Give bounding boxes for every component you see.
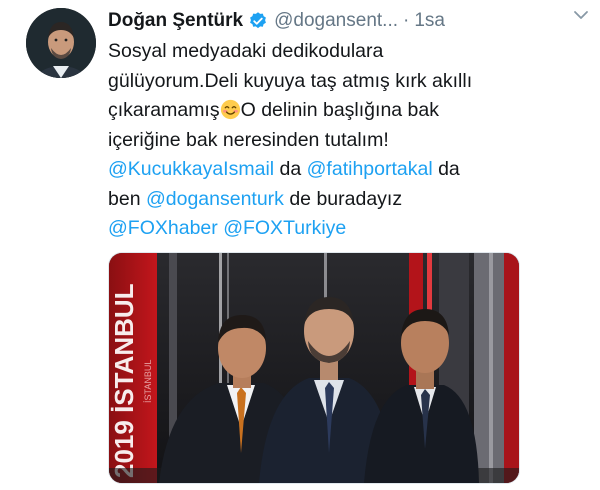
tweet-text-segment: çıkaramamış — [108, 99, 220, 121]
chevron-down-icon[interactable] — [570, 4, 592, 26]
backdrop-text: İSTANBUL — [143, 360, 153, 403]
backdrop-text: 2019 İSTANBUL — [109, 283, 139, 478]
mention-link[interactable]: @dogansenturk — [146, 188, 284, 210]
verified-badge-icon — [248, 11, 268, 31]
tweet-header: Doğan Şentürk @dogansent... · 1sa — [108, 6, 590, 36]
author-display-name[interactable]: Doğan Şentürk — [108, 10, 243, 32]
tweet-text-line: @FOXhaber @FOXTurkiye — [108, 214, 588, 244]
author-handle[interactable]: @dogansent... — [274, 10, 398, 32]
mention-link[interactable]: @KucukkayaIsmail — [108, 158, 274, 180]
avatar[interactable] — [26, 8, 96, 78]
tweet-text-line: Sosyal medyadaki dedikodulara — [108, 40, 384, 62]
tweet-text-line: içeriğine bak neresinden tutalım! — [108, 128, 389, 151]
photo-image: 2019 İSTANBUL İSTANBUL — [109, 253, 519, 483]
tweet-text: Sosyal medyadaki dedikodulara gülüyorum.… — [108, 37, 588, 244]
tweet-text-segment: da — [274, 158, 307, 180]
tweet-timestamp[interactable]: 1sa — [414, 10, 445, 32]
tweet-text-segment: de buradayız — [283, 187, 403, 210]
tweet-text-line: @KucukkayaIsmail da @fatihportakal da — [108, 155, 588, 185]
mention-link[interactable]: @FOXTurkiye — [223, 217, 346, 239]
avatar-image — [26, 8, 96, 78]
smiling-face-emoji — [220, 99, 241, 120]
tweet-text-line: çıkaramamış O delinin başlığına bak — [108, 96, 588, 126]
mention-link[interactable]: @fatihportakal — [307, 158, 433, 180]
tweet-text-segment: ben — [108, 187, 146, 210]
tweet-text-segment: O delinin başlığına bak — [240, 99, 439, 121]
tweet-text-segment: da — [432, 158, 460, 180]
time-separator: · — [403, 10, 410, 31]
tweet-media-photo[interactable]: 2019 İSTANBUL İSTANBUL — [108, 252, 520, 484]
tweet-text-line: gülüyorum.Deli kuyuya taş atmış kırk akı… — [108, 69, 473, 92]
tweet-text-line: ben @dogansenturk de buradayız — [108, 185, 588, 215]
mention-link[interactable]: @FOXhaber — [108, 217, 218, 239]
tweet-card[interactable]: Doğan Şentürk @dogansent... · 1sa Sosyal… — [0, 0, 600, 490]
